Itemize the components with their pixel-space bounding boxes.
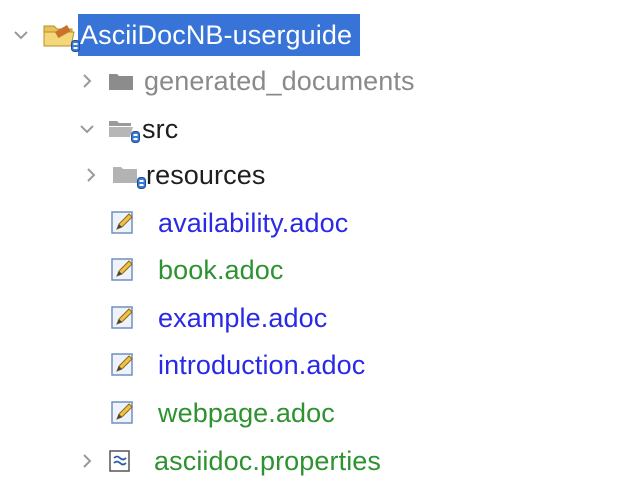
tree-node-label[interactable]: AsciiDocNB-userguide (78, 14, 361, 56)
document-edit-icon (110, 305, 136, 331)
tree-node-label: asciidoc.properties (154, 446, 382, 476)
tree-node-asciidoc-properties[interactable]: asciidoc.properties (78, 437, 381, 481)
tree-node-src[interactable]: src (78, 105, 178, 153)
document-edit-icon (110, 352, 136, 378)
repository-badge-icon (71, 40, 80, 52)
repository-badge-icon (131, 131, 140, 143)
document-edit-icon (110, 400, 136, 426)
folder-icon (108, 71, 134, 91)
chevron-right-icon[interactable] (78, 452, 96, 470)
chevron-right-icon[interactable] (78, 72, 96, 90)
repository-badge-icon (137, 177, 146, 189)
chevron-down-icon[interactable] (78, 120, 96, 138)
tree-node-label: generated_documents (144, 66, 415, 96)
tree-node-availability-adoc[interactable]: availability.adoc (110, 199, 348, 247)
tree-node-generated-documents[interactable]: generated_documents (78, 57, 415, 105)
tree-node-label: example.adoc (158, 303, 328, 333)
tree-node-book-adoc[interactable]: book.adoc (110, 246, 284, 294)
tree-node-label: resources (146, 160, 266, 190)
tree-node-webpage-adoc[interactable]: webpage.adoc (110, 389, 335, 437)
tree-node-label: src (142, 114, 179, 144)
tree-node-label: availability.adoc (158, 208, 349, 238)
document-edit-icon (110, 210, 136, 236)
tree-node-resources[interactable]: resources (82, 151, 265, 199)
tree-node-label: introduction.adoc (158, 350, 366, 380)
tree-node-label: webpage.adoc (158, 398, 335, 428)
open-folder-icon (108, 118, 140, 143)
properties-file-icon (108, 449, 132, 473)
project-folder-icon (42, 20, 80, 52)
folder-icon (112, 164, 146, 189)
tree-node-root[interactable]: AsciiDocNB-userguide (12, 11, 361, 59)
tree-node-label: book.adoc (158, 255, 284, 285)
chevron-down-icon[interactable] (12, 26, 30, 44)
chevron-right-icon[interactable] (82, 166, 100, 184)
tree-node-introduction-adoc[interactable]: introduction.adoc (110, 341, 365, 389)
document-edit-icon (110, 257, 136, 283)
project-tree: AsciiDocNB-userguide generated_documents (0, 0, 636, 481)
tree-node-example-adoc[interactable]: example.adoc (110, 294, 327, 342)
